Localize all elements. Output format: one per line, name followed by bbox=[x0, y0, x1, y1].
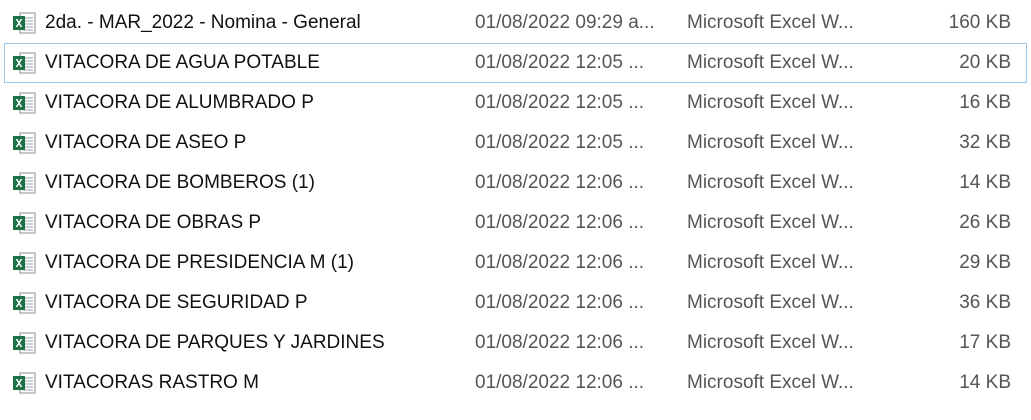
excel-file-icon bbox=[11, 210, 37, 236]
file-size: 26 KB bbox=[959, 212, 1011, 233]
file-size: 29 KB bbox=[959, 252, 1011, 273]
file-name-cell: VITACORA DE BOMBEROS (1) bbox=[5, 164, 475, 202]
file-row[interactable]: VITACORA DE ALUMBRADO P 01/08/2022 12:05… bbox=[4, 83, 1027, 123]
file-date: 01/08/2022 12:05 ... bbox=[475, 52, 645, 73]
file-name: VITACORA DE AGUA POTABLE bbox=[45, 52, 320, 73]
file-type: Microsoft Excel W... bbox=[687, 92, 854, 113]
file-name: VITACORA DE PRESIDENCIA M (1) bbox=[45, 252, 354, 273]
excel-file-icon bbox=[11, 130, 37, 156]
file-type: Microsoft Excel W... bbox=[687, 332, 854, 353]
file-row[interactable]: VITACORA DE SEGURIDAD P 01/08/2022 12:06… bbox=[4, 283, 1027, 323]
file-date: 01/08/2022 12:05 ... bbox=[475, 92, 645, 113]
file-row[interactable]: 2da. - MAR_2022 - Nomina - General 01/08… bbox=[4, 3, 1027, 43]
file-type: Microsoft Excel W... bbox=[687, 372, 854, 393]
file-size: 32 KB bbox=[959, 132, 1011, 153]
file-row[interactable]: VITACORA DE ASEO P 01/08/2022 12:05 ... … bbox=[4, 123, 1027, 163]
file-type: Microsoft Excel W... bbox=[687, 292, 854, 313]
file-name-cell: 2da. - MAR_2022 - Nomina - General bbox=[5, 4, 475, 42]
excel-file-icon bbox=[11, 170, 37, 196]
file-name-cell: VITACORAS RASTRO M bbox=[5, 364, 475, 402]
file-name-cell: VITACORA DE OBRAS P bbox=[5, 204, 475, 242]
file-size: 36 KB bbox=[959, 292, 1011, 313]
file-name-cell: VITACORA DE ASEO P bbox=[5, 124, 475, 162]
file-name: VITACORA DE SEGURIDAD P bbox=[45, 292, 308, 313]
file-row[interactable]: VITACORA DE PRESIDENCIA M (1) 01/08/2022… bbox=[4, 243, 1027, 283]
excel-file-icon bbox=[11, 90, 37, 116]
file-date: 01/08/2022 12:06 ... bbox=[475, 292, 645, 313]
file-row[interactable]: VITACORA DE BOMBEROS (1) 01/08/2022 12:0… bbox=[4, 163, 1027, 203]
file-list: 2da. - MAR_2022 - Nomina - General 01/08… bbox=[0, 0, 1031, 420]
file-row[interactable]: VITACORA DE AGUA POTABLE 01/08/2022 12:0… bbox=[4, 43, 1027, 83]
file-size: 17 KB bbox=[959, 332, 1011, 353]
file-name: VITACORA DE ALUMBRADO P bbox=[45, 92, 314, 113]
file-name-cell: VITACORA DE SEGURIDAD P bbox=[5, 284, 475, 322]
file-name-cell: VITACORA DE PRESIDENCIA M (1) bbox=[5, 244, 475, 282]
excel-file-icon bbox=[11, 50, 37, 76]
file-type: Microsoft Excel W... bbox=[687, 52, 854, 73]
file-row[interactable]: VITACORAS RASTRO M 01/08/2022 12:06 ... … bbox=[4, 363, 1027, 403]
file-name-cell: VITACORA DE AGUA POTABLE bbox=[5, 44, 475, 82]
file-type: Microsoft Excel W... bbox=[687, 132, 854, 153]
file-date: 01/08/2022 12:06 ... bbox=[475, 372, 645, 393]
file-type: Microsoft Excel W... bbox=[687, 12, 854, 33]
file-name: VITACORA DE ASEO P bbox=[45, 132, 247, 153]
file-size: 16 KB bbox=[959, 92, 1011, 113]
file-date: 01/08/2022 12:05 ... bbox=[475, 132, 645, 153]
excel-file-icon bbox=[11, 330, 37, 356]
excel-file-icon bbox=[11, 370, 37, 396]
file-date: 01/08/2022 12:06 ... bbox=[475, 172, 645, 193]
file-name-cell: VITACORA DE PARQUES Y JARDINES bbox=[5, 324, 475, 362]
file-name: 2da. - MAR_2022 - Nomina - General bbox=[45, 12, 361, 33]
file-row[interactable]: VITACORA DE PARQUES Y JARDINES 01/08/202… bbox=[4, 323, 1027, 363]
file-type: Microsoft Excel W... bbox=[687, 172, 854, 193]
file-size: 14 KB bbox=[959, 172, 1011, 193]
file-name-cell: VITACORA DE ALUMBRADO P bbox=[5, 84, 475, 122]
file-name: VITACORA DE PARQUES Y JARDINES bbox=[45, 332, 385, 353]
file-name: VITACORA DE OBRAS P bbox=[45, 212, 262, 233]
excel-file-icon bbox=[11, 250, 37, 276]
file-date: 01/08/2022 12:06 ... bbox=[475, 252, 645, 273]
excel-file-icon bbox=[11, 10, 37, 36]
file-type: Microsoft Excel W... bbox=[687, 212, 854, 233]
file-date: 01/08/2022 12:06 ... bbox=[475, 332, 645, 353]
file-size: 20 KB bbox=[959, 52, 1011, 73]
file-date: 01/08/2022 09:29 a... bbox=[475, 12, 655, 33]
file-date: 01/08/2022 12:06 ... bbox=[475, 212, 645, 233]
file-name: VITACORAS RASTRO M bbox=[45, 372, 259, 393]
file-size: 14 KB bbox=[959, 372, 1011, 393]
file-type: Microsoft Excel W... bbox=[687, 252, 854, 273]
file-size: 160 KB bbox=[948, 12, 1011, 33]
file-name: VITACORA DE BOMBEROS (1) bbox=[45, 172, 315, 193]
file-row[interactable]: VITACORA DE OBRAS P 01/08/2022 12:06 ...… bbox=[4, 203, 1027, 243]
excel-file-icon bbox=[11, 290, 37, 316]
